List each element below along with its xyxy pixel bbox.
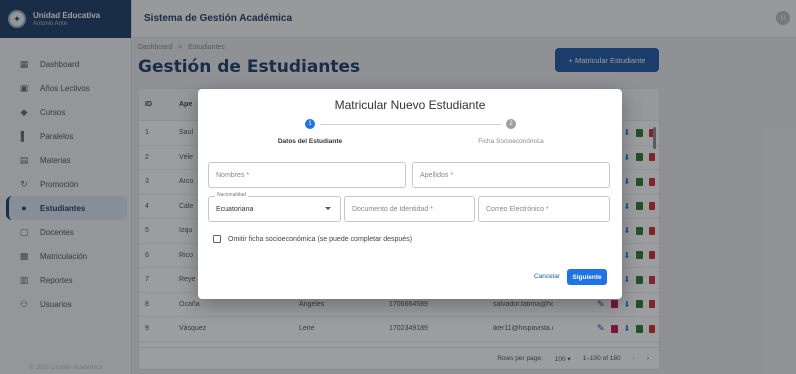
next-button[interactable]: Siguiente <box>567 269 607 285</box>
step-2-label: Ficha Socioeconómica <box>478 138 544 145</box>
nacionalidad-label: Nacionalidad <box>215 192 248 198</box>
step-1-label: Datos del Estudiante <box>277 138 343 145</box>
documento-field[interactable]: Documento de Identidad * <box>344 196 475 222</box>
step-1-indicator: 1 <box>305 119 315 129</box>
email-placeholder: Correo Electrónico * <box>486 205 549 213</box>
documento-placeholder: Documento de Identidad * <box>352 205 433 213</box>
apellidos-field[interactable]: Apellidos * <box>412 162 610 188</box>
omit-ficha-label: Omitir ficha socioeconómica (se puede co… <box>228 235 413 243</box>
omit-ficha-checkbox[interactable] <box>213 235 221 243</box>
dialog-title: Matricular Nuevo Estudiante <box>334 98 486 112</box>
nombres-placeholder: Nombres * <box>216 171 250 179</box>
nombres-field[interactable]: Nombres * <box>208 162 406 188</box>
stepper: 1 2 Datos del Estudiante Ficha Socioecon… <box>198 119 622 149</box>
cancel-button[interactable]: Cancelar <box>534 273 560 280</box>
stepper-connector <box>320 124 501 125</box>
omit-ficha-option[interactable]: Omitir ficha socioeconómica (se puede co… <box>213 235 412 243</box>
email-field[interactable]: Correo Electrónico * <box>478 196 610 222</box>
nacionalidad-select[interactable]: Nacionalidad Ecuatoriana <box>208 192 341 222</box>
step-2-indicator: 2 <box>506 119 516 129</box>
nacionalidad-value: Ecuatoriana <box>216 205 254 213</box>
enroll-student-dialog: Matricular Nuevo Estudiante 1 2 Datos de… <box>198 89 622 299</box>
apellidos-placeholder: Apellidos * <box>420 171 454 179</box>
chevron-down-icon <box>325 207 331 210</box>
